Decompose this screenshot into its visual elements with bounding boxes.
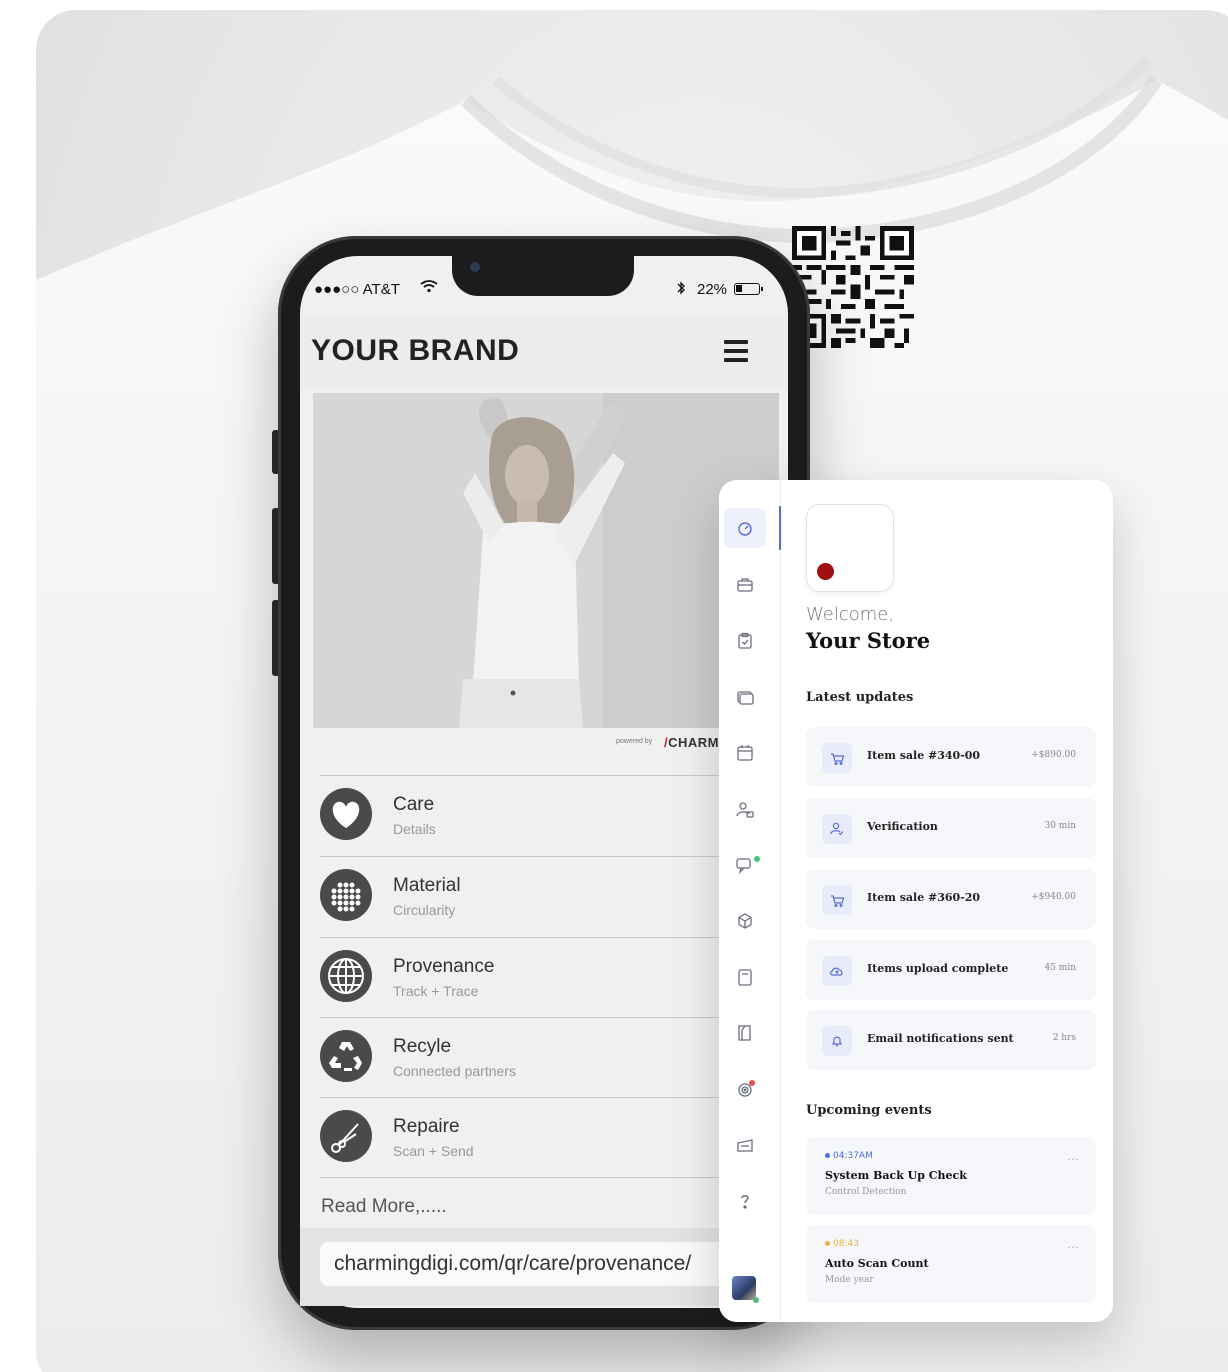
front-camera (470, 262, 480, 272)
qr-code[interactable] (792, 226, 914, 348)
event-time: 04:37AM (825, 1151, 873, 1161)
hero-model-photo (313, 393, 779, 728)
archive-icon[interactable] (734, 1134, 756, 1156)
update-label: Verification (867, 820, 938, 833)
store-name: Your Store (806, 628, 931, 653)
event-card[interactable]: 08:43 Auto Scan Count Mode year ... (806, 1225, 1096, 1303)
event-time: 08:43 (825, 1239, 859, 1249)
menu-item-title: Care (393, 794, 435, 815)
globe-icon (320, 950, 372, 1002)
grid-dots-icon (320, 869, 372, 921)
update-item[interactable]: Item sale #340-00 +$890.00 (806, 727, 1096, 787)
brand-title: YOUR BRAND (311, 334, 520, 367)
book-icon[interactable] (734, 1022, 756, 1044)
menu-item-title: Recyle (393, 1036, 452, 1057)
menu-item-provenance[interactable]: Provenance Track + Trace (320, 937, 780, 1017)
update-label: Email notifications sent (867, 1032, 1014, 1045)
target-alert-indicator (749, 1080, 755, 1086)
update-value: +$940.00 (1031, 892, 1076, 902)
update-value: 45 min (1044, 963, 1076, 973)
upcoming-events-heading: Upcoming events (806, 1103, 932, 1118)
wifi-icon (420, 279, 438, 298)
bluetooth-icon (676, 280, 686, 300)
dashboard-gauge-icon[interactable] (734, 518, 756, 540)
menu-item-care[interactable]: Care Details (320, 775, 780, 855)
chat-icon[interactable] (734, 854, 756, 876)
powered-by-brand: /CHARM (664, 735, 720, 750)
heart-icon (320, 788, 372, 840)
latest-updates-heading: Latest updates (806, 690, 914, 705)
phone-notch (452, 254, 634, 296)
update-value: 30 min (1044, 821, 1076, 831)
update-label: Item sale #360-20 (867, 891, 981, 904)
menu-item-title: Repaire (393, 1116, 460, 1137)
status-carrier: ●●●○○ AT&T (314, 281, 400, 298)
cart-icon (822, 885, 852, 915)
cart-icon (822, 743, 852, 773)
help-icon[interactable] (734, 1190, 756, 1212)
menu-item-subtitle: Track + Trace (393, 983, 479, 999)
document-icon[interactable] (734, 966, 756, 988)
update-item[interactable]: Verification 30 min (806, 798, 1096, 858)
update-label: Items upload complete (867, 962, 1009, 975)
briefcase-icon[interactable] (734, 574, 756, 596)
battery-icon (734, 283, 763, 295)
dashboard-panel: Welcome, Your Store Latest updates Item … (719, 480, 1113, 1322)
menu-item-material[interactable]: Material Circularity (320, 856, 780, 936)
avatar-online-indicator (753, 1297, 759, 1303)
menu-item-subtitle: Details (393, 821, 436, 837)
read-more-link[interactable]: Read More,..... (321, 1196, 447, 1218)
avatar[interactable] (732, 1276, 756, 1300)
menu-item-subtitle: Scan + Send (393, 1143, 474, 1159)
url-field[interactable]: charmingdigi.com/qr/care/provenance/ (320, 1242, 740, 1286)
event-dot (825, 1153, 830, 1158)
menu-item-title: Provenance (393, 956, 495, 977)
menu-item-repair[interactable]: Repaire Scan + Send (320, 1097, 780, 1177)
update-value: 2 hrs (1052, 1033, 1076, 1043)
url-text: charmingdigi.com/qr/care/provenance/ (334, 1252, 692, 1275)
powered-by-label: powered by (616, 738, 653, 745)
update-value: +$890.00 (1031, 750, 1076, 760)
update-item[interactable]: Items upload complete 45 min (806, 940, 1096, 1000)
user-lock-icon[interactable] (734, 798, 756, 820)
cube-icon[interactable] (734, 910, 756, 932)
battery-percent: 22% (697, 281, 728, 298)
store-logo-dot (817, 563, 834, 580)
store-logo[interactable] (806, 504, 894, 592)
event-more-button[interactable]: ... (1067, 1237, 1080, 1251)
clipboard-check-icon[interactable] (734, 630, 756, 652)
event-title: System Back Up Check (825, 1169, 967, 1182)
cards-icon[interactable] (734, 686, 756, 708)
cloud-upload-icon (822, 956, 852, 986)
scissors-icon (320, 1110, 372, 1162)
hamburger-menu-icon[interactable] (724, 340, 748, 364)
event-dot (825, 1241, 830, 1246)
recycle-icon (320, 1030, 372, 1082)
event-subtitle: Control Detection (825, 1187, 907, 1197)
menu-item-subtitle: Circularity (393, 902, 456, 918)
event-card[interactable]: 04:37AM System Back Up Check Control Det… (806, 1137, 1096, 1215)
event-title: Auto Scan Count (825, 1257, 929, 1270)
sidebar-active-indicator (779, 506, 781, 550)
dashboard-sidebar (719, 480, 781, 1322)
menu-item-subtitle: Connected partners (393, 1063, 516, 1079)
menu-item-title: Material (393, 875, 461, 896)
update-item[interactable]: Item sale #360-20 +$940.00 (806, 869, 1096, 929)
event-subtitle: Mode year (825, 1275, 874, 1285)
menu-item-recycle[interactable]: Recyle Connected partners (320, 1017, 780, 1097)
update-label: Item sale #340-00 (867, 749, 981, 762)
update-item[interactable]: Email notifications sent 2 hrs (806, 1010, 1096, 1070)
chat-online-indicator (754, 856, 760, 862)
user-check-icon (822, 814, 852, 844)
event-more-button[interactable]: ... (1067, 1149, 1080, 1163)
menu-divider (320, 1177, 780, 1178)
calendar-icon[interactable] (734, 742, 756, 764)
welcome-text: Welcome, (806, 604, 895, 625)
bell-icon (822, 1026, 852, 1056)
